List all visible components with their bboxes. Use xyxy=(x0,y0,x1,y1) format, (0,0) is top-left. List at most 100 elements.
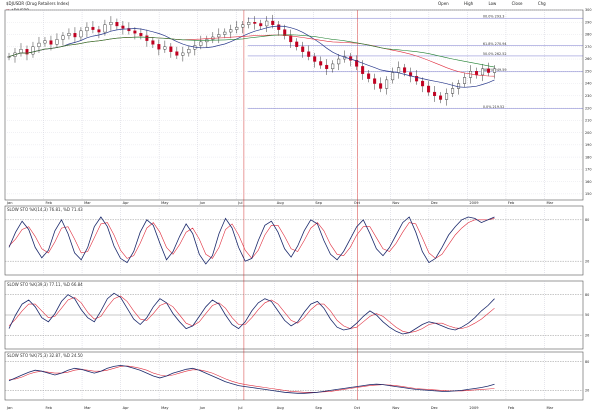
candle-body xyxy=(229,29,233,33)
x-tick-label: 2009 xyxy=(469,406,479,410)
candle-body xyxy=(439,95,443,100)
candle-body xyxy=(451,88,455,94)
x-tick-label: Jun xyxy=(199,406,206,410)
candle-body xyxy=(247,22,251,25)
candle-body xyxy=(325,64,329,70)
x-tick-label: Dec xyxy=(431,406,438,410)
candle-body xyxy=(205,39,209,43)
y-tick-label: 230 xyxy=(585,94,591,98)
candle-body xyxy=(259,23,263,27)
x-tick-label: Jan xyxy=(6,406,13,410)
candle-body xyxy=(487,68,491,73)
x-tick-label: Mar xyxy=(546,201,553,205)
candle-body xyxy=(85,26,89,32)
indicator-level-label: 20 xyxy=(585,389,589,393)
x-tick-label: Aug xyxy=(277,406,284,410)
candle-body xyxy=(151,40,155,45)
y-tick-label: 150 xyxy=(585,192,591,196)
candle-body xyxy=(121,25,125,29)
indicator-level-label: 80 xyxy=(585,293,589,297)
y-tick-label: 300 xyxy=(585,8,591,12)
x-tick-label: Jun xyxy=(199,201,206,205)
candle-body xyxy=(235,26,239,30)
candle-body xyxy=(109,22,113,25)
candle-body xyxy=(223,31,227,35)
candle-body xyxy=(361,66,365,74)
indicator-level-label: 20 xyxy=(585,334,589,338)
candle-body xyxy=(175,51,179,56)
x-tick-label: Feb xyxy=(508,201,515,205)
x-tick-label: May xyxy=(161,406,169,410)
indicator-level-label: 80 xyxy=(585,218,589,222)
x-tick-label: Jul xyxy=(237,406,242,410)
candle-body xyxy=(403,67,407,73)
candle-body xyxy=(253,22,257,24)
candle-body xyxy=(313,56,317,62)
candle-body xyxy=(115,22,119,27)
candle-body xyxy=(67,33,71,36)
x-tick-label: Mar xyxy=(84,201,91,205)
candle-body xyxy=(19,49,23,54)
y-tick-label: 180 xyxy=(585,155,591,159)
candle-body xyxy=(319,61,323,66)
y-tick-label: 290 xyxy=(585,20,591,24)
x-tick-label: Mar xyxy=(546,406,553,410)
y-tick-label: 270 xyxy=(585,45,591,49)
candle-body xyxy=(7,56,11,58)
x-tick-label: Jul xyxy=(237,201,242,205)
candle-body xyxy=(43,40,47,44)
indicator-level-label: 80 xyxy=(585,360,589,364)
y-tick-label: 240 xyxy=(585,82,591,86)
fib-level-label: 61.8% 270.94 xyxy=(483,42,507,46)
indicator-level-label: 20 xyxy=(585,259,589,263)
candle-body xyxy=(157,44,161,50)
indicator-label: SLOW STO %K(39,3) 77.11, %D 66.84 xyxy=(7,282,83,287)
x-tick-label: Aug xyxy=(277,201,284,205)
x-tick-label: Mar xyxy=(84,406,91,410)
candle-body xyxy=(295,41,299,47)
candle-body xyxy=(379,83,383,89)
candle-body xyxy=(277,24,281,30)
candle-body xyxy=(397,67,401,73)
candle-body xyxy=(163,46,167,50)
candle-body xyxy=(337,58,341,65)
candle-body xyxy=(457,83,461,89)
candle-body xyxy=(271,20,275,25)
candle-body xyxy=(463,77,467,84)
fib-level-label: 0.0% 219.52 xyxy=(483,105,505,109)
candle-body xyxy=(493,68,497,73)
candle-body xyxy=(97,29,101,33)
candle-body xyxy=(481,68,485,76)
candle-body xyxy=(55,39,59,45)
candle-body xyxy=(289,35,293,43)
y-tick-label: 200 xyxy=(585,131,591,135)
candle-body xyxy=(301,46,305,52)
candle-body xyxy=(265,20,269,27)
candle-body xyxy=(31,46,35,55)
fib-level-label: 00.0% 293.3 xyxy=(483,14,505,18)
candle-body xyxy=(187,49,191,54)
y-tick-label: 250 xyxy=(585,69,591,73)
x-tick-label: Jan xyxy=(6,201,13,205)
x-tick-label: Feb xyxy=(46,406,53,410)
candle-body xyxy=(139,33,143,36)
candle-body xyxy=(307,51,311,57)
candle-body xyxy=(133,30,137,34)
candle-body xyxy=(49,40,53,45)
x-tick-label: Sep xyxy=(315,201,322,205)
candle-body xyxy=(433,91,437,97)
x-tick-label: Feb xyxy=(508,406,515,410)
y-tick-label: 260 xyxy=(585,57,591,61)
y-tick-label: 170 xyxy=(585,168,591,172)
candle-body xyxy=(475,71,479,76)
candle-body xyxy=(373,78,377,84)
indicator-label: SLOW STO %K(14,3) 76.81, %D 71.43 xyxy=(7,207,83,212)
candle-body xyxy=(391,72,395,81)
candle-body xyxy=(145,35,149,41)
x-tick-label: Oct xyxy=(354,406,361,410)
x-tick-label: Feb xyxy=(46,201,53,205)
indicator-level-label: 50 xyxy=(585,313,589,317)
x-tick-label: Oct xyxy=(354,201,361,205)
candle-body xyxy=(37,42,41,47)
candle-body xyxy=(385,79,389,89)
